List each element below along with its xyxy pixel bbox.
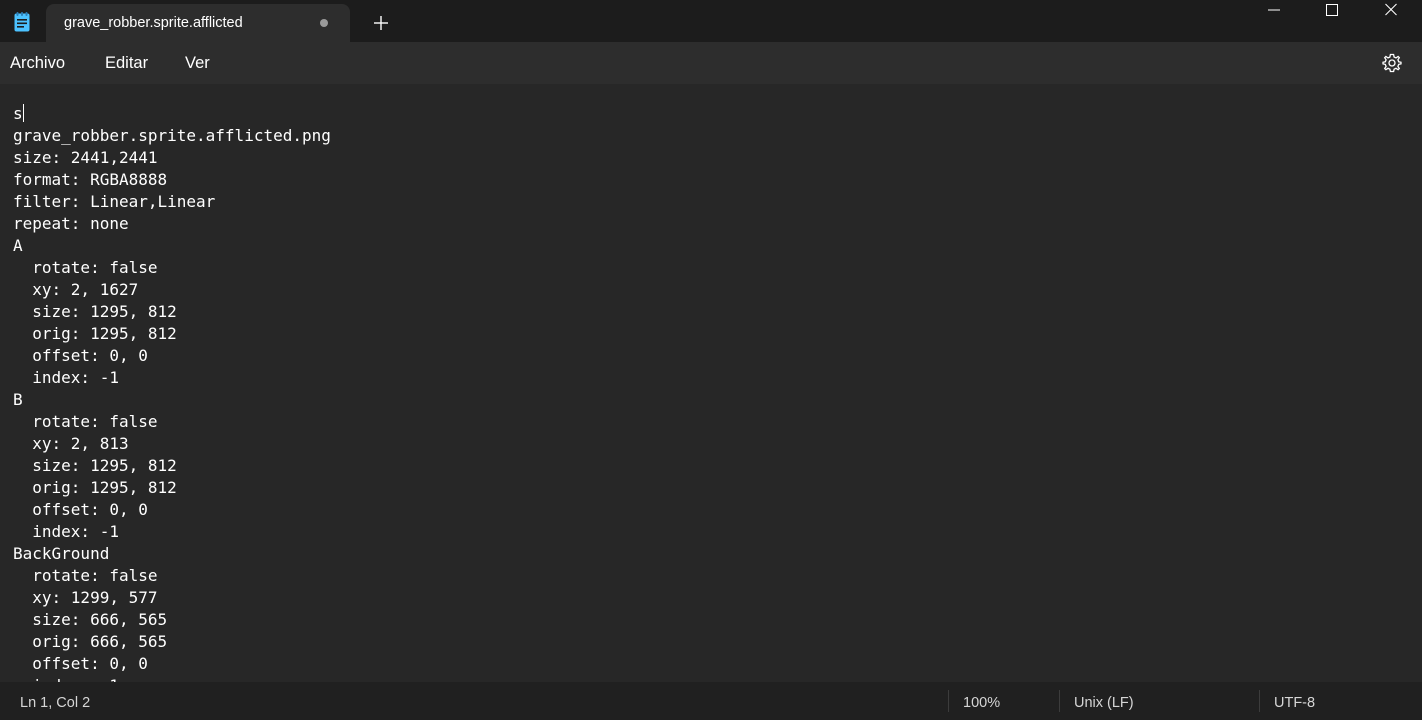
unsaved-dot-icon[interactable] bbox=[320, 19, 328, 27]
editor-line: offset: 0, 0 bbox=[13, 654, 148, 673]
editor-line: filter: Linear,Linear bbox=[13, 192, 216, 211]
editor-line: format: RGBA8888 bbox=[13, 170, 168, 189]
editor-line: rotate: false bbox=[13, 566, 158, 585]
editor-line: xy: 2, 813 bbox=[13, 434, 129, 453]
editor-line: offset: 0, 0 bbox=[13, 500, 148, 519]
status-divider bbox=[1259, 690, 1260, 712]
title-bar[interactable]: grave_robber.sprite.afflicted bbox=[0, 0, 1422, 42]
notepad-window: grave_robber.sprite.afflicted Archivo Ed… bbox=[0, 0, 1422, 720]
editor-line: size: 1295, 812 bbox=[13, 302, 177, 321]
tab-document[interactable]: grave_robber.sprite.afflicted bbox=[46, 4, 350, 42]
maximize-button[interactable] bbox=[1303, 0, 1361, 32]
editor-line: index: -1 bbox=[13, 522, 119, 541]
editor-line: repeat: none bbox=[13, 214, 129, 233]
menu-editar[interactable]: Editar bbox=[105, 54, 148, 73]
minimize-button[interactable] bbox=[1245, 0, 1303, 32]
cursor-position: Ln 1, Col 2 bbox=[20, 695, 91, 711]
zoom-level[interactable]: 100% bbox=[963, 695, 1000, 711]
editor-line: rotate: false bbox=[13, 258, 158, 277]
editor-line: index: -1 bbox=[13, 675, 331, 682]
text-editor[interactable]: s grave_robber.sprite.afflicted.png size: … bbox=[0, 84, 1422, 682]
status-divider bbox=[948, 690, 949, 712]
editor-line: offset: 0, 0 bbox=[13, 346, 148, 365]
status-bar: Ln 1, Col 2 100% Unix (LF) UTF-8 bbox=[0, 682, 1422, 720]
status-divider bbox=[1059, 690, 1060, 712]
menu-archivo[interactable]: Archivo bbox=[10, 54, 65, 73]
tab-title: grave_robber.sprite.afflicted bbox=[64, 15, 243, 31]
editor-line: B bbox=[13, 390, 23, 409]
editor-line: s bbox=[13, 104, 24, 123]
editor-line: xy: 1299, 577 bbox=[13, 588, 158, 607]
line-ending[interactable]: Unix (LF) bbox=[1074, 695, 1134, 711]
editor-line: BackGround bbox=[13, 544, 110, 563]
menu-ver[interactable]: Ver bbox=[185, 54, 210, 73]
editor-line: size: 2441,2441 bbox=[13, 148, 158, 167]
editor-line: rotate: false bbox=[13, 412, 158, 431]
editor-line: xy: 2, 1627 bbox=[13, 280, 139, 299]
editor-line: orig: 1295, 812 bbox=[13, 324, 177, 343]
encoding[interactable]: UTF-8 bbox=[1274, 695, 1315, 711]
close-button[interactable] bbox=[1362, 0, 1420, 32]
notepad-icon bbox=[14, 12, 30, 32]
editor-line: grave_robber.sprite.afflicted.png bbox=[13, 126, 331, 145]
editor-line: size: 1295, 812 bbox=[13, 456, 177, 475]
editor-line: size: 666, 565 bbox=[13, 610, 168, 629]
maximize-icon bbox=[1326, 4, 1338, 16]
plus-icon[interactable] bbox=[370, 12, 392, 34]
editor-line: orig: 1295, 812 bbox=[13, 478, 177, 497]
editor-content[interactable]: s grave_robber.sprite.afflicted.png size: … bbox=[13, 103, 331, 682]
editor-line: A bbox=[13, 236, 23, 255]
editor-line: orig: 666, 565 bbox=[13, 632, 168, 651]
menu-bar: Archivo Editar Ver bbox=[0, 42, 1422, 84]
minimize-icon bbox=[1268, 9, 1280, 11]
gear-icon[interactable] bbox=[1380, 51, 1404, 75]
editor-line: index: -1 bbox=[13, 368, 119, 387]
close-icon bbox=[1385, 3, 1397, 16]
text-caret bbox=[22, 104, 24, 122]
